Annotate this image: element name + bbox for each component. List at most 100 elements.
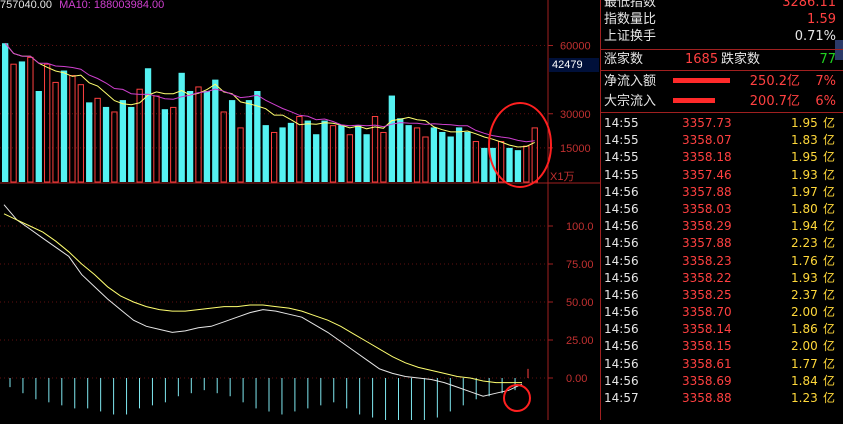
volume-bar bbox=[245, 100, 253, 182]
volume-bar bbox=[523, 145, 530, 183]
volume-bar bbox=[203, 91, 211, 182]
tick-amount: 1.93 bbox=[791, 167, 818, 182]
volume-bar bbox=[422, 136, 429, 183]
tick-row: 14:56 3357.88 2.23 亿 bbox=[601, 235, 843, 252]
tick-amount: 1.76 bbox=[791, 253, 818, 268]
tick-row: 14:56 3358.70 2.00 亿 bbox=[601, 304, 843, 321]
volume-bar bbox=[44, 63, 51, 183]
tick-row: 14:55 3357.46 1.93 亿 bbox=[601, 167, 843, 184]
volume-unit-label: X1万 bbox=[550, 171, 575, 183]
volume-bar bbox=[388, 95, 395, 182]
tick-unit: 亿 bbox=[823, 236, 836, 251]
volume-bar bbox=[60, 70, 68, 182]
stat-value: 0.71% bbox=[794, 29, 836, 44]
volume-bar bbox=[18, 61, 26, 182]
divider bbox=[601, 112, 843, 113]
volume-bar bbox=[27, 56, 34, 183]
volume-bar bbox=[481, 147, 488, 182]
divider bbox=[601, 49, 843, 50]
tick-list[interactable]: 14:55 3357.73 1.95 亿 14:55 3358.07 1.83 亿 14:55 3… bbox=[601, 115, 843, 407]
tick-unit: 亿 bbox=[823, 305, 836, 320]
volume-bar bbox=[506, 147, 513, 182]
tick-amount: 1.95 bbox=[791, 150, 818, 165]
volume-bar bbox=[329, 125, 337, 183]
block-inflow-amount: 200.7亿 bbox=[749, 94, 800, 109]
tick-time: 14:55 bbox=[604, 167, 639, 182]
tick-price: 3357.88 bbox=[682, 184, 732, 199]
volume-bar bbox=[355, 125, 362, 182]
volume-bar bbox=[397, 118, 404, 182]
block-inflow-row: 大宗流入 200.7亿 6% bbox=[601, 92, 843, 111]
up-count-label: 涨家数 bbox=[604, 52, 644, 67]
volume-bar bbox=[371, 116, 379, 183]
breadth-row: 涨家数 1685 跌家数 77 bbox=[601, 51, 843, 68]
stat-label: 上证换手 bbox=[604, 29, 657, 44]
tick-row: 14:55 3358.07 1.83 亿 bbox=[601, 132, 843, 149]
tick-time: 14:56 bbox=[604, 201, 639, 216]
down-count-label: 跌家数 bbox=[721, 52, 761, 67]
net-inflow-row: 净流入额 250.2亿 7% bbox=[601, 72, 843, 91]
stat-row-low: 最低指数 3286.11 bbox=[601, 0, 843, 11]
osc-tick-label: 50.00 bbox=[566, 297, 594, 309]
tick-unit: 亿 bbox=[823, 287, 836, 302]
divider bbox=[601, 70, 843, 71]
volume-bar bbox=[531, 127, 538, 183]
chart-area[interactable]: 60000 30000 15000 100.0 75.00 50.00 25.00 0.00 … bbox=[0, 0, 600, 424]
volume-bar bbox=[111, 111, 118, 183]
volume-bar bbox=[220, 111, 227, 183]
volume-bar bbox=[52, 81, 59, 183]
tick-amount: 1.86 bbox=[791, 322, 818, 337]
tick-unit: 亿 bbox=[823, 184, 836, 199]
stat-value: 3286.11 bbox=[782, 0, 836, 10]
chart-svg[interactable]: 60000 30000 15000 100.0 75.00 50.00 25.00 0.00 bbox=[0, 0, 600, 424]
volume-bar bbox=[170, 106, 177, 183]
volume-bar bbox=[472, 141, 480, 183]
tick-amount: 1.95 bbox=[791, 116, 818, 130]
tick-unit: 亿 bbox=[823, 391, 836, 405]
tick-unit: 亿 bbox=[823, 150, 836, 165]
tick-unit: 亿 bbox=[823, 219, 836, 234]
ma-legend: 757040.00 MA10: 188003984.00 bbox=[0, 0, 164, 11]
tick-unit: 亿 bbox=[823, 322, 836, 337]
tick-row: 14:56 3358.25 2.37 亿 bbox=[601, 287, 843, 304]
osc-tick-label: 100.0 bbox=[566, 221, 594, 233]
volume-ma10-line bbox=[4, 42, 535, 143]
volume-bar bbox=[2, 43, 9, 182]
volume-bar bbox=[413, 127, 421, 183]
volume-bar bbox=[195, 86, 202, 183]
tick-price: 3358.69 bbox=[682, 373, 732, 388]
quote-panel: 最低指数 3286.11 指数量比 1.59 上证换手 0.71% 涨家数 16… bbox=[600, 0, 843, 420]
block-inflow-label: 大宗流入 bbox=[604, 94, 657, 109]
tick-price: 3358.29 bbox=[682, 219, 732, 234]
volume-bar bbox=[94, 97, 101, 183]
volume-bar bbox=[321, 120, 328, 182]
volume-bar bbox=[228, 100, 236, 182]
volume-bar bbox=[287, 122, 295, 182]
volume-bar bbox=[405, 125, 412, 182]
volume-bar bbox=[119, 100, 126, 182]
volume-bar bbox=[153, 95, 160, 183]
block-inflow-percent: 6% bbox=[815, 94, 836, 109]
tick-row: 14:56 3358.61 1.77 亿 bbox=[601, 356, 843, 373]
volume-bar bbox=[86, 102, 93, 182]
down-count-value: 77 bbox=[819, 52, 836, 67]
volume-bar bbox=[212, 79, 219, 182]
volume-bar bbox=[363, 134, 370, 182]
osc-line-fast bbox=[3, 204, 523, 397]
tick-row: 14:56 3358.22 1.93 亿 bbox=[601, 270, 843, 287]
volume-bar bbox=[464, 131, 471, 182]
volume-bar bbox=[186, 91, 194, 182]
tick-price: 3357.46 bbox=[682, 167, 732, 182]
stat-list: 最低指数 3286.11 指数量比 1.59 上证换手 0.71% bbox=[601, 0, 843, 45]
volume-legend-value: 757040.00 bbox=[0, 0, 52, 11]
volume-bar bbox=[346, 134, 353, 183]
tick-price: 3357.88 bbox=[682, 236, 732, 251]
tick-time: 14:56 bbox=[604, 339, 639, 354]
tick-amount: 2.00 bbox=[791, 339, 818, 354]
tick-price: 3358.15 bbox=[682, 339, 732, 354]
volume-bar bbox=[439, 131, 446, 182]
tick-unit: 亿 bbox=[823, 270, 836, 285]
stat-label: 最低指数 bbox=[604, 0, 657, 10]
volume-ma5-line bbox=[4, 42, 535, 148]
tick-time: 14:56 bbox=[604, 184, 639, 199]
